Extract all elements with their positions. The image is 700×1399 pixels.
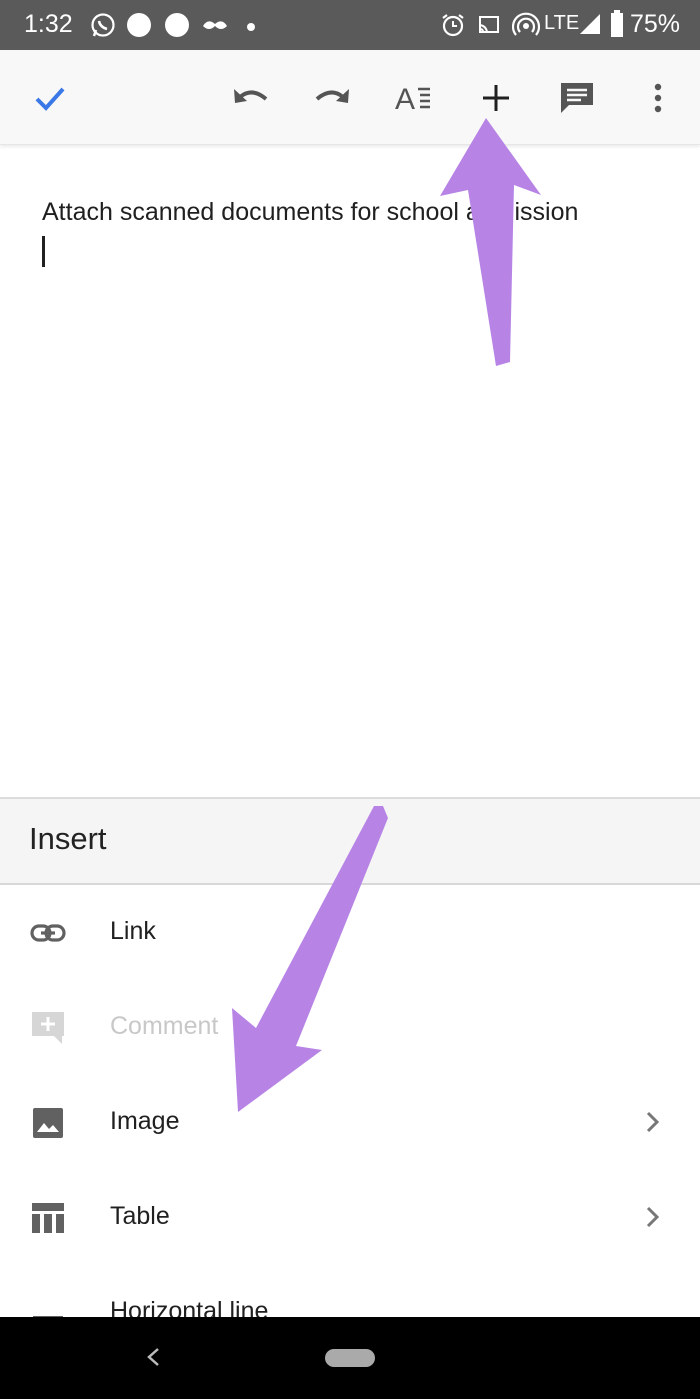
more-options-button[interactable] — [630, 70, 686, 126]
comment-icon — [561, 83, 593, 113]
status-bar: 1:32 LTE 75% — [0, 0, 700, 50]
more-vert-icon — [654, 83, 662, 113]
plus-icon — [483, 85, 509, 111]
text-format-icon: A — [395, 83, 430, 115]
insert-link-label: Link — [110, 917, 156, 945]
insert-comment-label: Comment — [110, 1012, 219, 1040]
insert-sheet-title: Insert — [29, 821, 107, 856]
notification-dot-icon — [164, 12, 190, 43]
whatsapp-icon — [90, 12, 116, 43]
comment-button[interactable] — [549, 70, 605, 126]
document-text[interactable]: Attach scanned documents for school admi… — [42, 198, 578, 227]
mustache-icon — [202, 18, 228, 37]
redo-icon — [315, 89, 349, 103]
undo-icon — [234, 89, 268, 103]
small-dot-icon — [246, 19, 256, 37]
back-icon[interactable] — [138, 1339, 168, 1375]
battery-level: 75% — [630, 10, 681, 38]
table-icon — [30, 1200, 66, 1236]
done-button[interactable] — [22, 70, 78, 126]
chevron-right-icon — [640, 1202, 664, 1232]
notification-dot-icon — [126, 12, 152, 43]
insert-image-item[interactable]: Image — [0, 1075, 700, 1170]
checkmark-icon — [35, 87, 65, 111]
svg-text:A: A — [395, 83, 415, 115]
image-icon — [30, 1105, 66, 1141]
alarm-icon — [440, 12, 466, 43]
insert-image-label: Image — [110, 1107, 180, 1135]
link-icon — [30, 915, 66, 951]
arrow-to-insert-button — [440, 118, 541, 366]
redo-button[interactable] — [304, 70, 360, 126]
insert-table-label: Table — [110, 1202, 170, 1230]
system-nav-bar — [0, 1317, 700, 1399]
insert-table-item[interactable]: Table — [0, 1170, 700, 1265]
chevron-right-icon — [640, 1107, 664, 1137]
insert-sheet-header: Insert — [0, 799, 700, 885]
hotspot-icon — [511, 12, 541, 45]
insert-button[interactable] — [468, 70, 524, 126]
insert-comment-item: Comment — [0, 980, 700, 1075]
text-format-button[interactable]: A — [386, 70, 442, 126]
battery-icon — [610, 10, 624, 43]
editor-toolbar: A — [0, 50, 700, 145]
home-button[interactable] — [325, 1349, 375, 1367]
undo-button[interactable] — [223, 70, 279, 126]
text-cursor — [42, 236, 45, 267]
cast-icon — [476, 12, 502, 43]
status-time: 1:32 — [24, 10, 73, 38]
add-comment-icon — [30, 1010, 66, 1046]
network-type: LTE — [544, 12, 580, 34]
signal-icon — [578, 12, 602, 41]
insert-link-item[interactable]: Link — [0, 885, 700, 980]
